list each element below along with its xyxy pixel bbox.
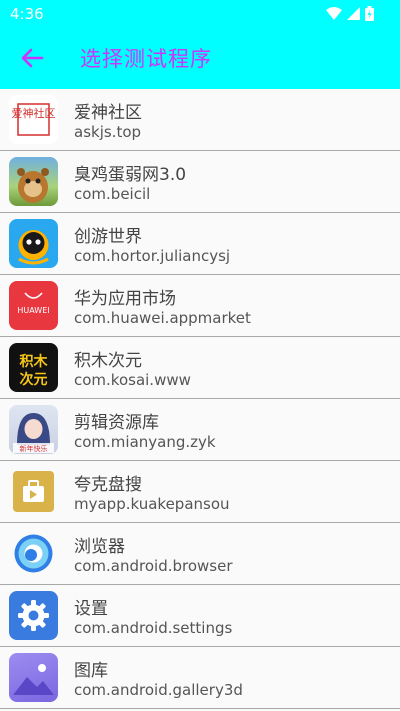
app-package: com.beicil	[74, 185, 151, 203]
app-name: 臭鸡蛋弱网3.0	[74, 165, 187, 185]
status-time: 4:36	[10, 5, 44, 23]
status-bar: 4:36	[0, 0, 400, 28]
app-package: com.kosai.www	[74, 371, 191, 389]
app-name: 积木次元	[74, 351, 142, 371]
app-package: com.huawei.appmarket	[74, 309, 251, 327]
aishen-icon-text: 爱神社区	[12, 106, 56, 120]
app-package: com.mianyang.zyk	[74, 433, 216, 451]
app-bar: 选择测试程序	[0, 28, 400, 89]
app-package: com.android.settings	[74, 619, 233, 637]
page-title: 选择测试程序	[80, 47, 212, 71]
app-name: 剪辑资源库	[74, 413, 159, 433]
list-item[interactable]: 臭鸡蛋弱网3.0 com.beicil	[0, 151, 400, 213]
huawei-appgallery-icon: HUAWEI	[9, 281, 58, 330]
wifi-icon	[326, 6, 342, 20]
anime-icon-text: 新年快乐	[20, 444, 48, 453]
settings-gear-icon	[9, 591, 58, 640]
app-name: 图库	[74, 661, 108, 681]
jimu-icon: 积木 次元	[9, 343, 58, 392]
app-name: 浏览器	[74, 537, 125, 557]
aishen-icon: 爱神社区	[9, 95, 58, 144]
bear-cartoon-icon	[9, 157, 58, 206]
list-item[interactable]: 设置 com.android.settings	[0, 585, 400, 647]
list-item[interactable]: 夸克盘搜 myapp.kuakepansou	[0, 461, 400, 523]
huawei-icon-text: HUAWEI	[17, 306, 49, 315]
list-item[interactable]: 图库 com.android.gallery3d	[0, 647, 400, 709]
app-package: askjs.top	[74, 123, 142, 141]
app-name: 创游世界	[74, 227, 142, 247]
app-name: 华为应用市场	[74, 289, 176, 309]
app-package: com.android.browser	[74, 557, 233, 575]
cellular-signal-icon	[347, 6, 360, 20]
anime-girl-icon: 新年快乐	[9, 405, 58, 454]
battery-icon	[365, 6, 374, 21]
gallery-icon	[9, 653, 58, 702]
list-item[interactable]: 创游世界 com.hortor.juliancysj	[0, 213, 400, 275]
list-item[interactable]: 新年快乐 剪辑资源库 com.mianyang.zyk	[0, 399, 400, 461]
back-arrow-icon[interactable]	[18, 44, 46, 72]
list-item[interactable]: 浏览器 com.android.browser	[0, 523, 400, 585]
app-package: myapp.kuakepansou	[74, 495, 230, 513]
app-name: 设置	[74, 599, 108, 619]
list-item[interactable]: 积木 次元 积木次元 com.kosai.www	[0, 337, 400, 399]
kuake-icon	[9, 467, 58, 516]
jimu-icon-text-bottom: 次元	[20, 371, 48, 388]
browser-icon	[9, 529, 58, 578]
app-list: 爱神社区 爱神社区 askjs.top 臭鸡蛋弱网3.0 com.beicil	[0, 89, 400, 709]
chuangyou-icon	[9, 219, 58, 268]
app-package: com.hortor.juliancysj	[74, 247, 231, 265]
list-item[interactable]: 爱神社区 爱神社区 askjs.top	[0, 89, 400, 151]
app-name: 夸克盘搜	[74, 475, 142, 495]
app-name: 爱神社区	[74, 103, 142, 123]
list-item[interactable]: HUAWEI 华为应用市场 com.huawei.appmarket	[0, 275, 400, 337]
app-package: com.android.gallery3d	[74, 681, 243, 699]
jimu-icon-text-top: 积木	[20, 353, 49, 370]
